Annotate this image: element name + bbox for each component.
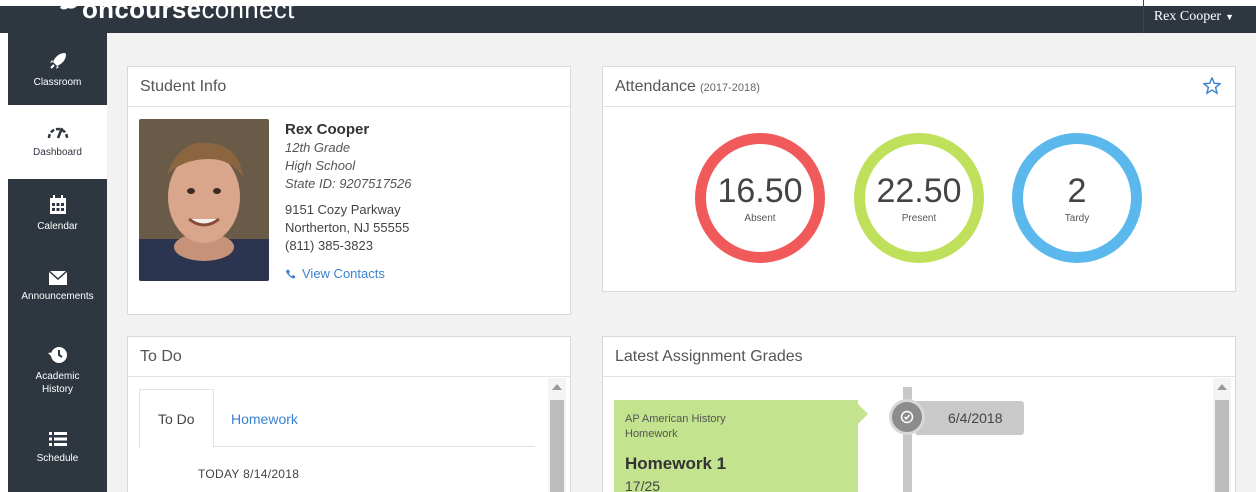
- assignment-score: 17/25: [625, 478, 661, 492]
- absent-label: Absent: [744, 212, 776, 224]
- present-label: Present: [901, 212, 937, 224]
- top-bar: oncourseconnect Rex Cooper ▼: [0, 0, 1256, 33]
- scroll-up-icon[interactable]: [552, 384, 562, 390]
- assignment-card[interactable]: AP American History Homework Homework 1 …: [614, 400, 868, 492]
- scroll-thumb[interactable]: [1215, 400, 1229, 492]
- sidebar-item-schedule[interactable]: Schedule: [8, 431, 107, 481]
- attendance-year: (2017-2018): [699, 82, 760, 94]
- main-content: Student Info Rex Cooper 12th Grade High …: [107, 33, 1256, 492]
- grades-scrollbar[interactable]: [1213, 378, 1231, 492]
- sidebar-item-classroom[interactable]: Classroom: [8, 51, 107, 111]
- absent-value: 16.50: [717, 171, 803, 210]
- tab-todo[interactable]: To Do: [139, 389, 214, 448]
- panel-title: To Do: [128, 337, 570, 377]
- gauge-icon: [47, 127, 68, 139]
- sidebar-item-academic-history[interactable]: Academic History: [8, 345, 107, 407]
- student-grade: 12th Grade: [285, 140, 351, 155]
- assignment-category: Homework: [625, 428, 678, 440]
- present-value: 22.50: [876, 171, 962, 210]
- tardy-ring: 2 Tardy: [1012, 133, 1142, 263]
- todo-panel: To Do To Do Homework TODAY 8/14/2018: [127, 336, 571, 492]
- assignment-title: Homework 1: [625, 454, 727, 473]
- brand-light: connect: [201, 0, 295, 24]
- sidebar-item-label: Announcements: [21, 291, 94, 302]
- user-name: Rex Cooper: [1153, 8, 1222, 24]
- absent-ring: 16.50 Absent: [695, 133, 825, 263]
- sidebar: Classroom Dashboard Calendar Announcemen…: [0, 33, 107, 492]
- attendance-panel: Attendance (2017-2018) 16.50 Absent 22.5…: [602, 66, 1236, 292]
- clock-icon: [889, 399, 925, 435]
- sidebar-item-label: Dashboard: [33, 147, 82, 158]
- sidebar-item-label: Classroom: [33, 77, 82, 88]
- student-state-id: State ID: 9207517526: [285, 176, 412, 191]
- scroll-thumb[interactable]: [550, 400, 564, 492]
- timeline-date: 6/4/2018: [916, 401, 1024, 435]
- caret-down-icon: ▼: [1225, 11, 1234, 22]
- student-photo: [139, 119, 269, 281]
- todo-tabs: To Do Homework: [139, 389, 535, 448]
- student-school: High School: [285, 158, 356, 173]
- student-details: Rex Cooper 12th Grade High School State …: [285, 121, 412, 283]
- panel-title: Attendance: [615, 77, 696, 95]
- sidebar-item-announcements[interactable]: Announcements: [8, 271, 107, 321]
- tardy-value: 2: [1067, 171, 1087, 210]
- user-menu[interactable]: Rex Cooper ▼: [1142, 0, 1244, 33]
- rocket-icon: [49, 53, 66, 69]
- calendar-icon: [49, 195, 66, 214]
- student-info-panel: Student Info Rex Cooper 12th Grade High …: [127, 66, 571, 315]
- list-icon: [48, 432, 67, 446]
- sidebar-item-calendar[interactable]: Calendar: [8, 195, 107, 245]
- star-icon[interactable]: [1203, 77, 1221, 95]
- view-contacts-link[interactable]: View Contacts: [285, 265, 412, 283]
- sidebar-item-dashboard[interactable]: Dashboard: [8, 105, 107, 179]
- tab-homework[interactable]: Homework: [213, 389, 316, 448]
- tardy-label: Tardy: [1064, 212, 1090, 224]
- sidebar-item-label: Calendar: [37, 221, 78, 232]
- address-line2: Northerton, NJ 55555: [285, 220, 410, 235]
- envelope-icon: [48, 271, 67, 285]
- view-contacts-label: View Contacts: [302, 266, 385, 281]
- course-name: AP American History: [625, 413, 726, 425]
- present-ring: 22.50 Present: [854, 133, 984, 263]
- assignment-course: AP American History Homework: [625, 412, 726, 442]
- oncourse-logo-icon: [60, 2, 77, 10]
- address-line1: 9151 Cozy Parkway: [285, 202, 401, 217]
- panel-title: Latest Assignment Grades: [603, 337, 1235, 377]
- history-icon: [47, 347, 67, 363]
- sidebar-item-label: Schedule: [36, 453, 79, 464]
- brand-bold: oncourse: [82, 0, 202, 24]
- panel-title: Student Info: [128, 67, 570, 107]
- sidebar-item-label: Academic History: [35, 371, 80, 395]
- todo-scrollbar[interactable]: [548, 378, 566, 492]
- today-date: TODAY 8/14/2018: [198, 467, 300, 481]
- student-phone: (811) 385-3823: [285, 238, 373, 253]
- scroll-up-icon[interactable]: [1217, 384, 1227, 390]
- student-name: Rex Cooper: [285, 121, 370, 138]
- phone-icon: [285, 269, 296, 278]
- attendance-header: Attendance (2017-2018): [603, 67, 1235, 107]
- latest-grades-panel: Latest Assignment Grades AP American His…: [602, 336, 1236, 492]
- brand-logo[interactable]: oncourseconnect: [82, 0, 295, 25]
